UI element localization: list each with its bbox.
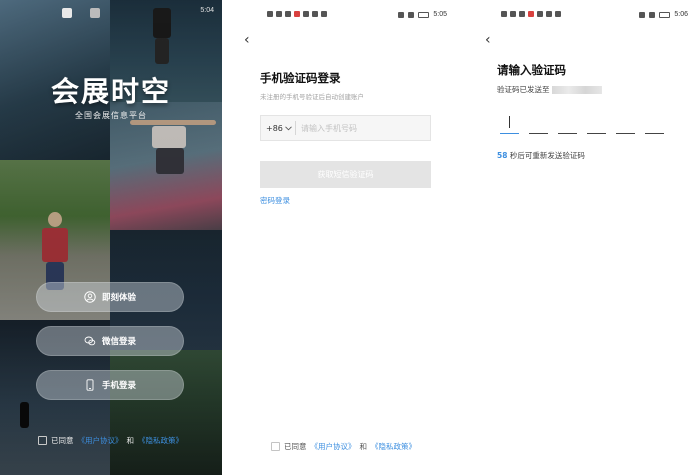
chat-icon: [546, 11, 552, 17]
verification-code-input[interactable]: [500, 114, 664, 134]
page-title: 手机验证码登录: [260, 71, 341, 85]
country-code-select[interactable]: +86: [261, 124, 295, 133]
user-icon: [84, 291, 96, 303]
bell-icon: [398, 11, 405, 18]
resend-text: 秒后可重新发送验证码: [509, 151, 585, 160]
app-notification-icon: [528, 11, 534, 17]
agree-checkbox[interactable]: [38, 436, 47, 445]
user-agreement-link[interactable]: 《用户协议》: [78, 435, 123, 446]
get-sms-code-button[interactable]: 获取短信验证码: [260, 161, 431, 188]
back-arrow-icon[interactable]: ‹: [244, 32, 250, 48]
page-title: 请输入验证码: [497, 63, 566, 77]
code-slot[interactable]: [558, 114, 577, 134]
wifi-icon: [510, 11, 516, 17]
misc-icon: [555, 11, 561, 17]
code-sent-line: 验证码已发送至: [497, 84, 602, 95]
clock-icon: [649, 11, 656, 18]
agree-prefix: 已同意: [284, 442, 307, 451]
brand-subtitle: 全国会展信息平台: [75, 111, 147, 120]
brand-title: 会展时空: [50, 75, 171, 108]
code-slot[interactable]: [616, 114, 635, 134]
verify-code-screen: 5:06 ‹ 请输入验证码 验证码已发送至 58 秒后可重新发送验证码: [467, 0, 696, 475]
masked-phone-number: [551, 85, 602, 94]
country-code-value: +86: [266, 123, 283, 133]
signal-icon: [501, 11, 507, 17]
misc-icon: [321, 11, 327, 17]
agree-prefix: 已同意: [51, 436, 74, 445]
code-slot[interactable]: [645, 114, 664, 134]
phone-icon: [86, 379, 94, 391]
status-bar: 5:06: [467, 11, 696, 21]
chat-icon: [312, 11, 318, 17]
alarm-icon: [303, 11, 309, 17]
phone-login-label: 手机登录: [101, 381, 136, 391]
try-now-button[interactable]: 即刻体验: [36, 282, 184, 312]
app-notification-icon: [294, 11, 300, 17]
agree-checkbox[interactable]: [271, 442, 280, 451]
privacy-policy-link[interactable]: 《隐私政策》: [371, 441, 416, 452]
code-slot[interactable]: [529, 114, 548, 134]
phone-number-input[interactable]: [296, 118, 416, 138]
try-now-label: 即刻体验: [101, 293, 136, 303]
code-sent-text: 验证码已发送至: [497, 85, 550, 94]
signal-icon: [267, 11, 273, 17]
code-slot[interactable]: [500, 114, 519, 134]
wechat-login-button[interactable]: 微信登录: [36, 326, 184, 356]
status-time: 5:06: [674, 11, 688, 18]
welcome-screen: 5:04 会展时空 全国会展信息平台 即刻体验 微信登录 手机登录 已同意 《用…: [0, 0, 222, 475]
notification-icon: [62, 8, 72, 18]
nfc-icon: [519, 11, 525, 17]
bell-icon: [639, 11, 646, 18]
phone-input-row: +86: [260, 115, 431, 141]
back-arrow-icon[interactable]: ‹: [485, 32, 491, 48]
app-status-icon: [90, 8, 100, 18]
wechat-login-label: 微信登录: [101, 337, 136, 347]
agree-and: 和: [126, 436, 135, 445]
battery-icon: [418, 11, 430, 18]
countdown-seconds: 58: [497, 151, 508, 160]
status-icons-right: 5:05: [398, 11, 447, 18]
alarm-icon: [537, 11, 543, 17]
agreement-row: 已同意 《用户协议》 和 《隐私政策》: [271, 441, 416, 452]
status-bar: 5:05: [233, 11, 455, 21]
resend-countdown: 58 秒后可重新发送验证码: [497, 150, 585, 161]
wechat-icon: [84, 336, 96, 346]
status-icons-left: [267, 11, 327, 17]
nfc-icon: [285, 11, 291, 17]
chevron-down-icon: [285, 125, 292, 130]
agree-and: 和: [359, 442, 368, 451]
status-time: 5:05: [433, 11, 447, 18]
battery-icon: [659, 11, 671, 18]
wifi-icon: [276, 11, 282, 17]
status-time: 5:04: [200, 7, 214, 14]
password-login-link[interactable]: 密码登录: [260, 195, 290, 206]
register-hint: 未注册的手机号验证后自动创建账户: [260, 93, 364, 101]
status-icons-right: 5:06: [639, 11, 688, 18]
privacy-policy-link[interactable]: 《隐私政策》: [138, 435, 183, 446]
code-slot[interactable]: [587, 114, 606, 134]
agreement-row: 已同意 《用户协议》 和 《隐私政策》: [38, 435, 183, 446]
phone-login-button[interactable]: 手机登录: [36, 370, 184, 400]
user-agreement-link[interactable]: 《用户协议》: [311, 441, 356, 452]
clock-icon: [408, 11, 415, 18]
sms-login-screen: 5:05 ‹ 手机验证码登录 未注册的手机号验证后自动创建账户 +86 获取短信…: [233, 0, 455, 475]
status-icons-left: [501, 11, 561, 17]
